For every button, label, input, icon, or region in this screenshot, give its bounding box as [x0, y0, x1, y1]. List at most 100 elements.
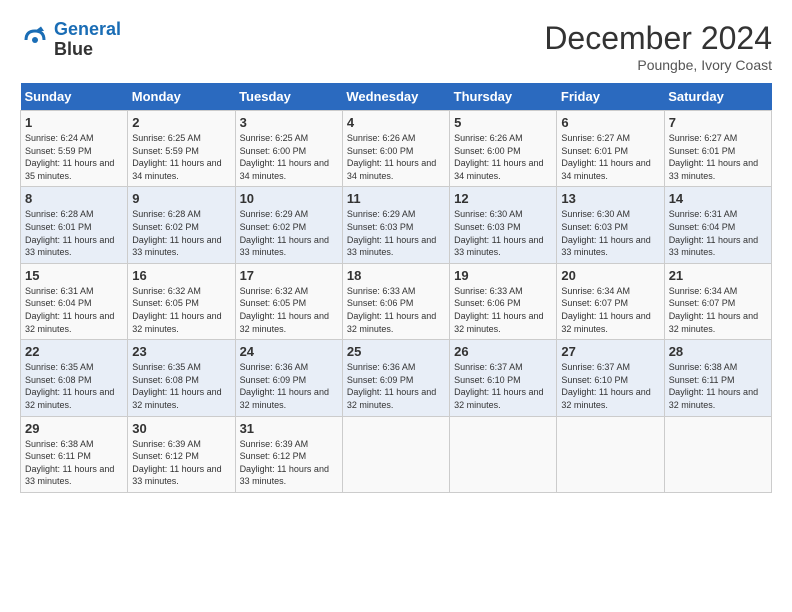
day-detail: Sunrise: 6:31 AMSunset: 6:04 PMDaylight:…: [669, 208, 767, 258]
day-detail: Sunrise: 6:27 AMSunset: 6:01 PMDaylight:…: [561, 132, 659, 182]
day-detail: Sunrise: 6:36 AMSunset: 6:09 PMDaylight:…: [240, 361, 338, 411]
day-number: 6: [561, 115, 659, 130]
day-number: 11: [347, 191, 445, 206]
calendar-cell: 26 Sunrise: 6:37 AMSunset: 6:10 PMDayligh…: [450, 340, 557, 416]
calendar-cell: 21Sunrise: 6:34 AMSunset: 6:07 PMDayligh…: [664, 263, 771, 339]
calendar-cell: 19 Sunrise: 6:33 AMSunset: 6:06 PMDayligh…: [450, 263, 557, 339]
day-detail: Sunrise: 6:26 AMSunset: 6:00 PMDaylight:…: [347, 132, 445, 182]
day-number: 7: [669, 115, 767, 130]
day-number: 22: [25, 344, 123, 359]
day-number: 12: [454, 191, 552, 206]
day-number: 9: [132, 191, 230, 206]
day-number: 19: [454, 268, 552, 283]
calendar-cell: [342, 416, 449, 492]
day-detail: Sunrise: 6:35 AMSunset: 6:08 PMDaylight:…: [132, 361, 230, 411]
calendar-cell: 30 Sunrise: 6:39 AMSunset: 6:12 PMDayligh…: [128, 416, 235, 492]
day-number: 17: [240, 268, 338, 283]
calendar-cell: 15 Sunrise: 6:31 AMSunset: 6:04 PMDayligh…: [21, 263, 128, 339]
day-number: 26: [454, 344, 552, 359]
day-detail: Sunrise: 6:37 AMSunset: 6:10 PMDaylight:…: [561, 361, 659, 411]
calendar-cell: 14 Sunrise: 6:31 AMSunset: 6:04 PMDayligh…: [664, 187, 771, 263]
day-number: 31: [240, 421, 338, 436]
calendar-cell: 8Sunrise: 6:28 AMSunset: 6:01 PMDaylight…: [21, 187, 128, 263]
day-detail: Sunrise: 6:25 AMSunset: 5:59 PMDaylight:…: [132, 132, 230, 182]
day-number: 30: [132, 421, 230, 436]
calendar-cell: 3 Sunrise: 6:25 AMSunset: 6:00 PMDaylight…: [235, 111, 342, 187]
day-detail: Sunrise: 6:28 AMSunset: 6:02 PMDaylight:…: [132, 208, 230, 258]
calendar-week-5: 29Sunrise: 6:38 AMSunset: 6:11 PMDayligh…: [21, 416, 772, 492]
day-number: 8: [25, 191, 123, 206]
calendar-week-4: 22 Sunrise: 6:35 AMSunset: 6:08 PMDayligh…: [21, 340, 772, 416]
calendar-cell: 12 Sunrise: 6:30 AMSunset: 6:03 PMDayligh…: [450, 187, 557, 263]
day-detail: Sunrise: 6:31 AMSunset: 6:04 PMDaylight:…: [25, 285, 123, 335]
day-number: 14: [669, 191, 767, 206]
day-detail: Sunrise: 6:39 AMSunset: 6:12 PMDaylight:…: [240, 438, 338, 488]
logo: General Blue: [20, 20, 121, 60]
day-detail: Sunrise: 6:32 AMSunset: 6:05 PMDaylight:…: [240, 285, 338, 335]
day-detail: Sunrise: 6:24 AMSunset: 5:59 PMDaylight:…: [25, 132, 123, 182]
day-detail: Sunrise: 6:34 AMSunset: 6:07 PMDaylight:…: [561, 285, 659, 335]
calendar-cell: 24 Sunrise: 6:36 AMSunset: 6:09 PMDayligh…: [235, 340, 342, 416]
calendar-cell: 31 Sunrise: 6:39 AMSunset: 6:12 PMDayligh…: [235, 416, 342, 492]
day-number: 20: [561, 268, 659, 283]
day-detail: Sunrise: 6:26 AMSunset: 6:00 PMDaylight:…: [454, 132, 552, 182]
day-number: 28: [669, 344, 767, 359]
calendar-cell: 20 Sunrise: 6:34 AMSunset: 6:07 PMDayligh…: [557, 263, 664, 339]
day-number: 29: [25, 421, 123, 436]
calendar-cell: 1Sunrise: 6:24 AMSunset: 5:59 PMDaylight…: [21, 111, 128, 187]
calendar-cell: [557, 416, 664, 492]
header-tuesday: Tuesday: [235, 83, 342, 111]
day-detail: Sunrise: 6:36 AMSunset: 6:09 PMDaylight:…: [347, 361, 445, 411]
day-number: 24: [240, 344, 338, 359]
day-number: 13: [561, 191, 659, 206]
day-detail: Sunrise: 6:37 AMSunset: 6:10 PMDaylight:…: [454, 361, 552, 411]
day-detail: Sunrise: 6:33 AMSunset: 6:06 PMDaylight:…: [454, 285, 552, 335]
calendar-cell: 9 Sunrise: 6:28 AMSunset: 6:02 PMDaylight…: [128, 187, 235, 263]
day-detail: Sunrise: 6:33 AMSunset: 6:06 PMDaylight:…: [347, 285, 445, 335]
day-number: 23: [132, 344, 230, 359]
calendar-cell: 29Sunrise: 6:38 AMSunset: 6:11 PMDayligh…: [21, 416, 128, 492]
day-detail: Sunrise: 6:30 AMSunset: 6:03 PMDaylight:…: [454, 208, 552, 258]
calendar-cell: 27 Sunrise: 6:37 AMSunset: 6:10 PMDayligh…: [557, 340, 664, 416]
header-thursday: Thursday: [450, 83, 557, 111]
day-number: 5: [454, 115, 552, 130]
day-number: 4: [347, 115, 445, 130]
logo-general: General: [54, 19, 121, 39]
day-number: 10: [240, 191, 338, 206]
location-subtitle: Poungbe, Ivory Coast: [544, 57, 772, 73]
day-number: 16: [132, 268, 230, 283]
day-number: 25: [347, 344, 445, 359]
page-header: General Blue December 2024 Poungbe, Ivor…: [20, 20, 772, 73]
calendar-cell: 7Sunrise: 6:27 AMSunset: 6:01 PMDaylight…: [664, 111, 771, 187]
month-title: December 2024: [544, 20, 772, 57]
calendar-cell: 28 Sunrise: 6:38 AMSunset: 6:11 PMDayligh…: [664, 340, 771, 416]
day-detail: Sunrise: 6:29 AMSunset: 6:02 PMDaylight:…: [240, 208, 338, 258]
title-block: December 2024 Poungbe, Ivory Coast: [544, 20, 772, 73]
logo-text: General Blue: [54, 20, 121, 60]
logo-icon: [20, 25, 50, 55]
calendar-cell: 11 Sunrise: 6:29 AMSunset: 6:03 PMDayligh…: [342, 187, 449, 263]
day-detail: Sunrise: 6:39 AMSunset: 6:12 PMDaylight:…: [132, 438, 230, 488]
day-number: 3: [240, 115, 338, 130]
calendar-cell: 23 Sunrise: 6:35 AMSunset: 6:08 PMDayligh…: [128, 340, 235, 416]
calendar-week-2: 8Sunrise: 6:28 AMSunset: 6:01 PMDaylight…: [21, 187, 772, 263]
header-sunday: Sunday: [21, 83, 128, 111]
calendar-cell: [450, 416, 557, 492]
calendar-cell: 16Sunrise: 6:32 AMSunset: 6:05 PMDayligh…: [128, 263, 235, 339]
day-detail: Sunrise: 6:38 AMSunset: 6:11 PMDaylight:…: [669, 361, 767, 411]
day-number: 27: [561, 344, 659, 359]
calendar-header-row: SundayMondayTuesdayWednesdayThursdayFrid…: [21, 83, 772, 111]
day-detail: Sunrise: 6:25 AMSunset: 6:00 PMDaylight:…: [240, 132, 338, 182]
day-number: 2: [132, 115, 230, 130]
day-number: 15: [25, 268, 123, 283]
calendar-cell: 4 Sunrise: 6:26 AMSunset: 6:00 PMDaylight…: [342, 111, 449, 187]
day-number: 18: [347, 268, 445, 283]
header-friday: Friday: [557, 83, 664, 111]
header-saturday: Saturday: [664, 83, 771, 111]
day-detail: Sunrise: 6:29 AMSunset: 6:03 PMDaylight:…: [347, 208, 445, 258]
calendar-cell: 5 Sunrise: 6:26 AMSunset: 6:00 PMDaylight…: [450, 111, 557, 187]
calendar-cell: 2 Sunrise: 6:25 AMSunset: 5:59 PMDaylight…: [128, 111, 235, 187]
header-monday: Monday: [128, 83, 235, 111]
day-detail: Sunrise: 6:30 AMSunset: 6:03 PMDaylight:…: [561, 208, 659, 258]
calendar-cell: 17 Sunrise: 6:32 AMSunset: 6:05 PMDayligh…: [235, 263, 342, 339]
